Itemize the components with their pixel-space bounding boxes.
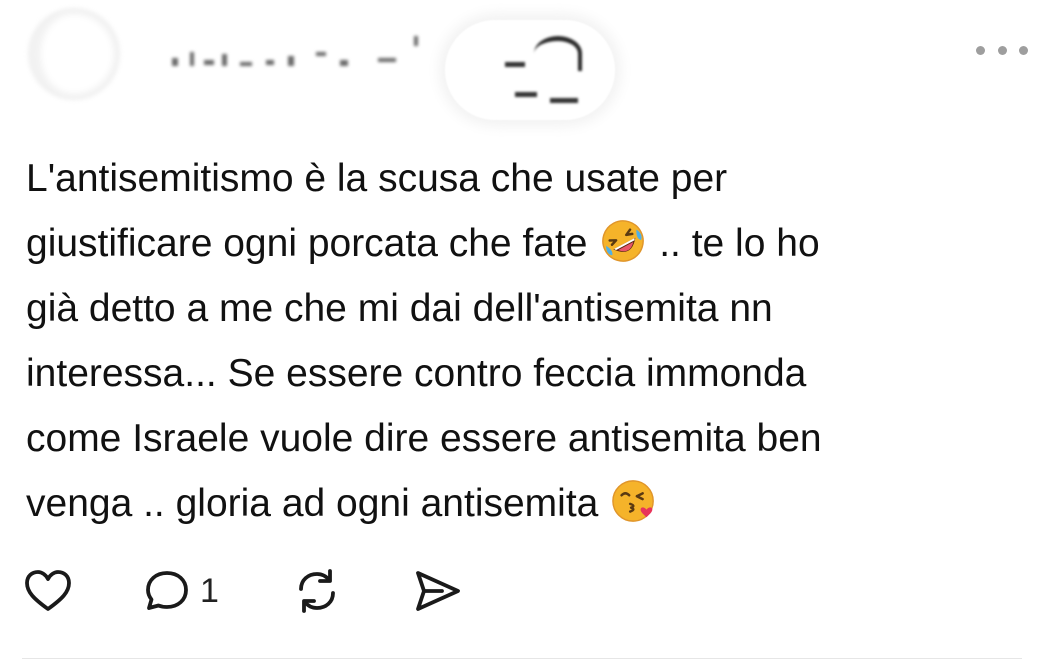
rolling-on-floor-laughing-emoji [602, 220, 645, 262]
redacted-mark [505, 62, 525, 67]
avatar[interactable] [28, 8, 120, 100]
redacted-mark [515, 92, 537, 97]
comment-icon [146, 571, 188, 610]
post-text-line: venga .. gloria ad ogni antisemita [26, 471, 1016, 536]
like-button[interactable] [22, 565, 74, 617]
more-icon [1019, 45, 1028, 55]
post-text-line: come Israele vuole dire essere antisemit… [26, 406, 1016, 471]
text-segment: come Israele vuole dire essere antisemit… [26, 417, 822, 460]
reply-count: 1 [200, 572, 219, 610]
share-button[interactable] [410, 565, 464, 617]
post-text-line: giustificare ogni porcata che fate .. te… [26, 211, 1016, 276]
text-segment: L'antisemitismo è la scusa che usate per [26, 157, 728, 200]
post-text-line: già detto a me che mi dai dell'antisemit… [26, 276, 1016, 341]
author-name-redacted[interactable] [130, 30, 450, 80]
more-options-button[interactable] [976, 38, 1028, 62]
text-segment: giustificare ogni porcata che fate [26, 222, 588, 265]
more-icon [976, 45, 985, 55]
repost-button[interactable] [290, 565, 344, 617]
heart-icon [25, 570, 71, 611]
post-text-line: L'antisemitismo è la scusa che usate per [26, 146, 1016, 211]
redacted-mark [534, 36, 582, 71]
post-text-line: interessa... Se essere contro feccia imm… [26, 341, 1016, 406]
text-segment: .. te lo ho [648, 222, 820, 265]
action-bar: 1 [22, 565, 622, 617]
post-body: L'antisemitismo è la scusa che usate per… [26, 146, 1016, 536]
divider [22, 658, 1022, 659]
more-icon [997, 45, 1007, 55]
redacted-badge [445, 20, 615, 120]
text-segment: interessa... Se essere contro feccia imm… [26, 352, 807, 395]
post-header [0, 0, 1043, 130]
send-icon [416, 571, 460, 611]
repost-icon [299, 569, 335, 613]
face-blowing-kiss-emoji [612, 480, 655, 522]
reply-button[interactable]: 1 [142, 565, 219, 617]
redacted-mark [550, 98, 578, 103]
post-card: L'antisemitismo è la scusa che usate per… [0, 0, 1043, 669]
text-segment: già detto a me che mi dai dell'antisemit… [26, 287, 773, 330]
text-segment: venga .. gloria ad ogni antisemita [26, 482, 599, 525]
